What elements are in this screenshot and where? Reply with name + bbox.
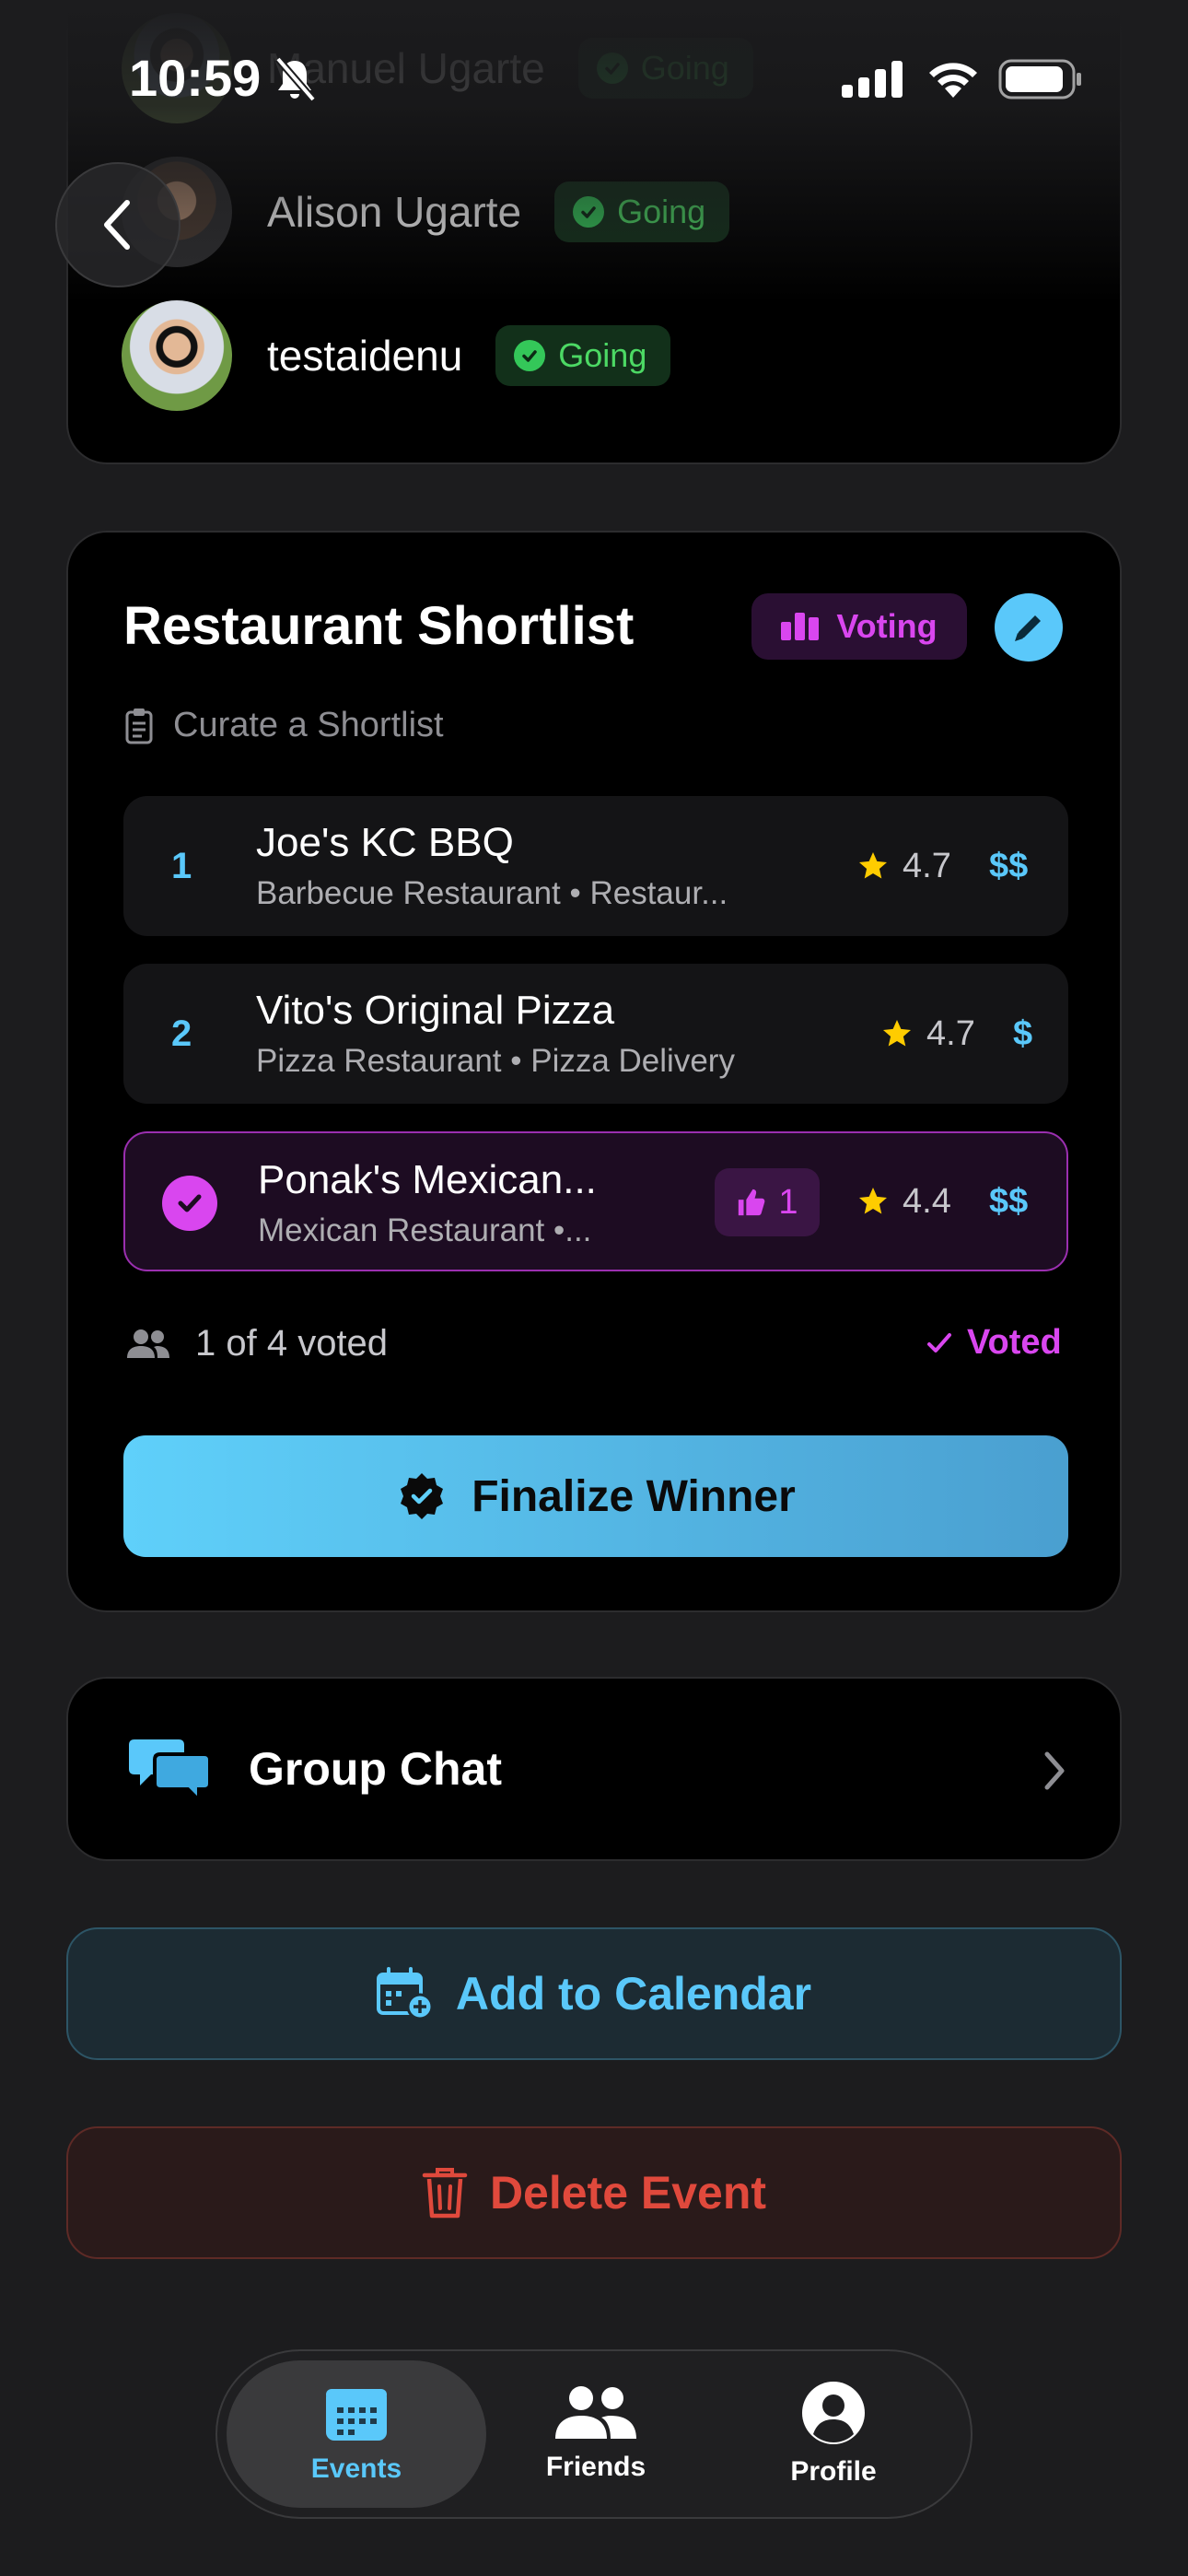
pencil-icon [1015, 615, 1041, 641]
chat-bubbles-icon [129, 1736, 212, 1807]
thumbs-up-icon [739, 1188, 765, 1216]
status-label: Going [617, 193, 706, 230]
group-chat-row[interactable]: Group Chat [66, 1677, 1122, 1861]
checkmark-icon [927, 1332, 951, 1352]
restaurant-rank: 2 [171, 1013, 192, 1054]
back-button[interactable] [55, 162, 181, 287]
star-icon [859, 1188, 887, 1214]
restaurant-price: $ [1013, 1013, 1033, 1053]
restaurant-rating: 4.7 [880, 964, 975, 1104]
attendee-row[interactable]: Alison Ugarte Going [122, 157, 950, 267]
star-icon [883, 1020, 911, 1047]
check-icon [573, 196, 605, 228]
check-icon [514, 340, 546, 371]
voted-count: 1 of 4 voted [195, 1323, 389, 1364]
chevron-left-icon [104, 200, 130, 250]
selected-check-icon [162, 1176, 217, 1231]
status-label: Going [558, 336, 647, 374]
status-badge: Going [495, 325, 671, 386]
finalize-label: Finalize Winner [472, 1471, 796, 1521]
tab-label: Events [310, 2453, 402, 2484]
voted-status: Voted [925, 1323, 1062, 1363]
verified-badge-icon [401, 1473, 444, 1519]
restaurant-price: $$ [989, 1181, 1029, 1221]
restaurant-name: Joe's KC BBQ [256, 820, 514, 865]
tab-events[interactable]: Events [227, 2360, 486, 2508]
restaurant-category: Barbecue Restaurant • Restaur... [256, 875, 728, 911]
vote-count: 1 [778, 1182, 798, 1222]
voting-badge: Voting [751, 593, 967, 660]
clipboard-icon [125, 708, 153, 744]
bell-slash-icon [273, 55, 317, 108]
calendar-add-icon [376, 1967, 434, 2020]
profile-icon [802, 2382, 865, 2444]
restaurant-shortlist-card: Restaurant Shortlist Voting Curate a Sho… [66, 531, 1122, 1612]
tab-label: Friends [545, 2452, 646, 2482]
restaurant-name: Vito's Original Pizza [256, 988, 615, 1033]
shortlist-title: Restaurant Shortlist [123, 596, 635, 656]
cellular-signal-icon [842, 61, 903, 102]
restaurant-category: Pizza Restaurant • Pizza Delivery [256, 1043, 735, 1079]
star-icon [859, 852, 887, 879]
status-bar: 10:59 [0, 0, 1188, 157]
group-chat-label: Group Chat [249, 1743, 502, 1795]
wifi-icon [926, 57, 980, 102]
tab-profile[interactable]: Profile [704, 2360, 963, 2508]
voted-label: Voted [967, 1323, 1062, 1362]
shortlist-subtitle: Curate a Shortlist [125, 706, 444, 745]
restaurant-price: $$ [989, 846, 1029, 885]
voting-label: Voting [836, 607, 938, 645]
people-icon [555, 2386, 636, 2439]
restaurant-rating: 4.4 [856, 1133, 951, 1270]
status-badge: Going [554, 181, 730, 242]
attendee-name: testaidenu [267, 332, 463, 380]
delete-event-button[interactable]: Delete Event [66, 2126, 1122, 2259]
delete-event-label: Delete Event [489, 2167, 767, 2219]
restaurant-category: Mexican Restaurant •... [258, 1212, 592, 1248]
tab-label: Profile [790, 2456, 877, 2487]
rating-value: 4.7 [926, 1013, 975, 1053]
restaurant-rank: 1 [171, 845, 192, 886]
attendee-row[interactable]: testaidenu Going [122, 300, 950, 411]
bar-chart-icon [781, 613, 820, 640]
edit-button[interactable] [995, 593, 1063, 662]
rating-value: 4.4 [903, 1181, 951, 1221]
attendee-name: Alison Ugarte [267, 188, 522, 236]
status-time: 10:59 [129, 49, 262, 107]
add-to-calendar-button[interactable]: Add to Calendar [66, 1927, 1122, 2060]
voted-count-row: 1 of 4 voted [125, 1323, 388, 1364]
restaurant-name: Ponak's Mexican... [258, 1157, 597, 1202]
restaurant-item[interactable]: 2 Vito's Original Pizza Pizza Restaurant… [123, 964, 1068, 1104]
avatar [122, 300, 232, 411]
rating-value: 4.7 [903, 846, 951, 885]
subtitle-label: Curate a Shortlist [173, 706, 444, 744]
add-to-calendar-label: Add to Calendar [455, 1968, 812, 2020]
tab-friends[interactable]: Friends [466, 2360, 726, 2508]
restaurant-item-selected[interactable]: Ponak's Mexican... Mexican Restaurant •.… [123, 1131, 1068, 1271]
restaurant-rating: 4.7 [856, 796, 951, 936]
restaurant-item[interactable]: 1 Joe's KC BBQ Barbecue Restaurant • Res… [123, 796, 1068, 936]
calendar-icon [326, 2389, 387, 2441]
battery-icon [998, 59, 1083, 104]
vote-count-badge: 1 [715, 1168, 820, 1236]
tab-bar: Events Friends Profile [215, 2349, 973, 2519]
trash-icon [422, 2168, 468, 2219]
finalize-winner-button[interactable]: Finalize Winner [123, 1435, 1068, 1557]
chevron-right-icon [1042, 1751, 1066, 1796]
people-icon [127, 1329, 169, 1358]
